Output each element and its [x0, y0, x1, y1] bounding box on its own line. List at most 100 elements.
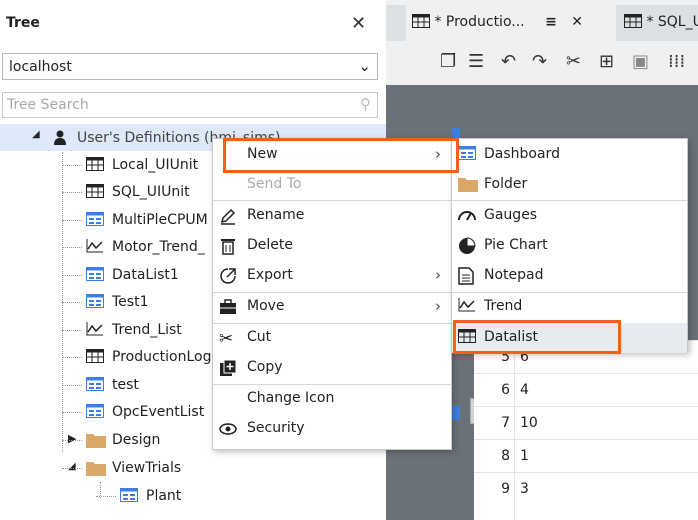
- table-icon: [86, 349, 104, 363]
- table-row[interactable]: 93: [474, 472, 698, 505]
- row-number: 8: [501, 448, 510, 464]
- search-icon[interactable]: ⚲: [360, 95, 371, 113]
- briefcase-icon: [219, 298, 237, 316]
- tree-search-input[interactable]: Tree Search ⚲: [2, 92, 378, 118]
- cell-value: 10: [520, 415, 538, 431]
- chevron-down-icon: ⌄: [358, 57, 371, 75]
- pie-chart-icon: [458, 237, 476, 255]
- highlight-new: [223, 138, 459, 173]
- menu-item-label: Rename: [247, 207, 305, 223]
- row-number: 6: [501, 382, 510, 398]
- menu-item-label: Pie Chart: [484, 237, 548, 253]
- list-icon[interactable]: ☰: [468, 51, 484, 72]
- delete-item[interactable]: Delete: [213, 231, 451, 261]
- rename-item[interactable]: Rename: [213, 201, 451, 231]
- menu-item-label: Trend: [484, 298, 523, 314]
- export-icon: [219, 267, 237, 285]
- close-icon[interactable]: ✕: [571, 14, 583, 30]
- host-value: localhost: [9, 59, 72, 75]
- submenu-notepad[interactable]: Notepad: [452, 261, 687, 291]
- row-number: 7: [501, 415, 510, 431]
- export-item[interactable]: Export ›: [213, 261, 451, 291]
- collapse-arrow-icon[interactable]: ◢: [68, 461, 76, 472]
- copy-item[interactable]: Copy: [213, 353, 451, 383]
- tree-title: Tree: [6, 15, 40, 31]
- expand-arrow-icon[interactable]: ◢: [32, 129, 40, 140]
- trend-icon: [86, 322, 104, 336]
- table-row[interactable]: 81: [474, 439, 698, 472]
- cell-value: 4: [520, 382, 529, 398]
- menu-icon[interactable]: ≡: [545, 14, 557, 30]
- table-icon: [412, 14, 430, 32]
- tree-item-label: Test1: [112, 294, 149, 310]
- datalist-icon: [86, 212, 104, 226]
- host-select[interactable]: localhost ⌄: [2, 53, 378, 80]
- menu-item-label: Security: [247, 420, 305, 436]
- copy-icon: [219, 359, 237, 377]
- datalist-icon: [86, 267, 104, 281]
- move-item[interactable]: Move ›: [213, 292, 451, 322]
- chevron-right-icon: ›: [435, 266, 441, 284]
- datalist-icon: [86, 377, 104, 391]
- gauge-icon: [458, 207, 476, 225]
- app-window: Tree ✕ localhost ⌄ Tree Search ⚲ ◢ User'…: [0, 0, 698, 520]
- scissors-icon: ✂: [219, 329, 234, 349]
- change-icon-item[interactable]: Change Icon: [213, 384, 451, 414]
- layers-icon[interactable]: ▣: [632, 51, 649, 72]
- menu-item-label: Change Icon: [247, 390, 335, 406]
- send-to-item: Send To: [213, 170, 451, 200]
- menu-item-label: Cut: [247, 329, 272, 345]
- tree-search-placeholder: Tree Search: [7, 97, 89, 113]
- row-number: 9: [501, 481, 510, 497]
- table-row[interactable]: 64: [474, 373, 698, 406]
- menu-item-label: Delete: [247, 237, 293, 253]
- context-menu: New › Send To Rename Delete Export › Move › ✂ Cut C…: [212, 138, 452, 450]
- trash-icon: [219, 237, 237, 255]
- tab-label: * Productio...: [434, 14, 525, 30]
- menu-item-label: Gauges: [484, 207, 538, 223]
- tab-label: * SQL_U: [646, 14, 698, 30]
- tab-sql[interactable]: * SQL_U: [618, 5, 698, 41]
- cut-icon[interactable]: ✂: [566, 51, 581, 72]
- menu-item-label: Move: [247, 298, 285, 314]
- duplicate-icon[interactable]: ❐: [440, 51, 456, 72]
- menu-item-label: Folder: [484, 176, 528, 192]
- tree-item-label: Plant: [146, 488, 182, 504]
- close-icon[interactable]: ✕: [351, 13, 366, 34]
- expand-arrow-icon[interactable]: ▶: [68, 432, 76, 445]
- tree-item-label: Design: [112, 432, 161, 448]
- chevron-right-icon: ›: [435, 297, 441, 315]
- grid-icon[interactable]: ⁞⁞⁞: [668, 51, 685, 72]
- table-row[interactable]: 7 10: [474, 406, 698, 439]
- tree-item-label: SQL_UIUnit: [112, 184, 190, 200]
- submenu-pie-chart[interactable]: Pie Chart: [452, 231, 687, 261]
- submenu-folder[interactable]: Folder: [452, 170, 687, 200]
- menu-item-label: Notepad: [484, 267, 544, 283]
- submenu-dashboard[interactable]: Dashboard: [452, 140, 687, 170]
- eye-icon: [219, 420, 237, 438]
- datalist-icon: [86, 404, 104, 418]
- cut-item[interactable]: ✂ Cut: [213, 323, 451, 353]
- tree-item-label: test: [112, 377, 139, 393]
- tree-item-label: DataList1: [112, 267, 179, 283]
- undo-icon[interactable]: ↶: [501, 51, 516, 72]
- cell-value: 3: [520, 481, 529, 497]
- menu-item-label: Send To: [247, 176, 302, 192]
- table-icon: [86, 184, 104, 198]
- redo-icon[interactable]: ↷: [532, 51, 547, 72]
- submenu-gauges[interactable]: Gauges: [452, 201, 687, 231]
- folder-icon: [458, 176, 478, 194]
- security-item[interactable]: Security: [213, 414, 451, 444]
- folder-icon: [86, 432, 106, 448]
- datalist-icon: [120, 488, 138, 502]
- tab-bar: * Productio... ≡ ✕ * SQL_U: [386, 5, 698, 41]
- tab-production[interactable]: * Productio... ≡ ✕: [406, 5, 616, 41]
- submenu-trend[interactable]: Trend: [452, 292, 687, 322]
- tree-item-label: ViewTrials: [112, 460, 182, 476]
- user-icon: [52, 129, 68, 149]
- pencil-icon: [219, 207, 237, 225]
- dashboard-icon: [458, 146, 476, 164]
- cell-value: 1: [520, 448, 529, 464]
- table-icon: [86, 157, 104, 171]
- add-table-icon[interactable]: ⊞: [599, 51, 614, 72]
